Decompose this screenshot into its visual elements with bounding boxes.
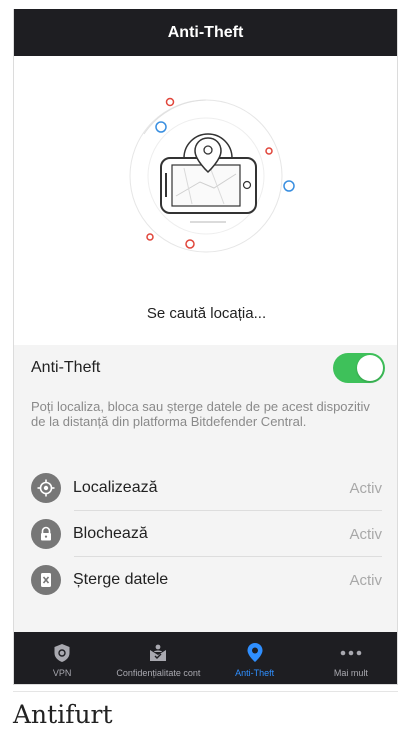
nav-label: Mai mult — [333, 668, 368, 678]
anti-theft-panel: Anti-Theft Poți localiza, bloca sau șter… — [14, 345, 397, 635]
app-header: Anti-Theft — [14, 9, 397, 56]
nav-item-vpn[interactable]: VPN — [14, 632, 110, 684]
toggle-knob — [357, 355, 383, 381]
wipe-icon — [31, 565, 61, 595]
feature-status: Activ — [349, 525, 382, 543]
nav-label: Confidențialitate cont — [116, 668, 201, 678]
red-dot-icon — [185, 239, 195, 249]
divider — [13, 691, 398, 692]
feature-name: Șterge datele — [73, 571, 169, 588]
location-search-illustration: Se caută locația... — [14, 56, 397, 353]
red-dot-icon — [146, 233, 154, 241]
feature-row-localizeaza[interactable]: Localizează Activ — [14, 465, 397, 511]
feature-status: Activ — [349, 479, 382, 497]
page-title: Anti-Theft — [167, 23, 244, 41]
anti-theft-label: Anti-Theft — [31, 359, 101, 376]
blue-dot-icon — [155, 121, 167, 133]
location-status-text: Se caută locația... — [146, 305, 267, 322]
red-dot-icon — [165, 97, 175, 107]
lock-icon — [31, 519, 61, 549]
feature-name: Localizează — [73, 479, 158, 496]
account-privacy-icon — [148, 642, 168, 664]
feature-row-blocheaza[interactable]: Blochează Activ — [14, 511, 397, 557]
nav-item-more[interactable]: Mai mult — [303, 632, 397, 684]
shield-icon — [53, 642, 71, 664]
crosshair-icon — [31, 473, 61, 503]
anti-theft-toggle[interactable] — [333, 353, 385, 383]
bottom-navigation: VPN Confidențialitate cont Anti-Theft Ma… — [14, 632, 397, 684]
nav-item-account-privacy[interactable]: Confidențialitate cont — [110, 632, 206, 684]
app-screen: Anti-Theft Se caută locația... Anti-Thef… — [13, 9, 398, 685]
feature-row-sterge-datele[interactable]: Șterge datele Activ — [14, 557, 397, 603]
location-pin-icon — [245, 642, 265, 664]
anti-theft-description: Poți localiza, bloca sau șterge datele d… — [31, 399, 370, 429]
blue-dot-icon — [283, 180, 295, 192]
more-dots-icon — [340, 642, 362, 664]
nav-label: VPN — [52, 668, 72, 678]
nav-item-anti-theft[interactable]: Anti-Theft — [207, 632, 303, 684]
red-dot-icon — [265, 147, 273, 155]
screenshot-caption: Antifurt — [13, 700, 113, 729]
nav-label: Anti-Theft — [235, 668, 275, 678]
feature-name: Blochează — [73, 525, 148, 542]
feature-status: Activ — [349, 571, 382, 589]
anti-theft-toggle-row: Anti-Theft — [14, 345, 397, 391]
